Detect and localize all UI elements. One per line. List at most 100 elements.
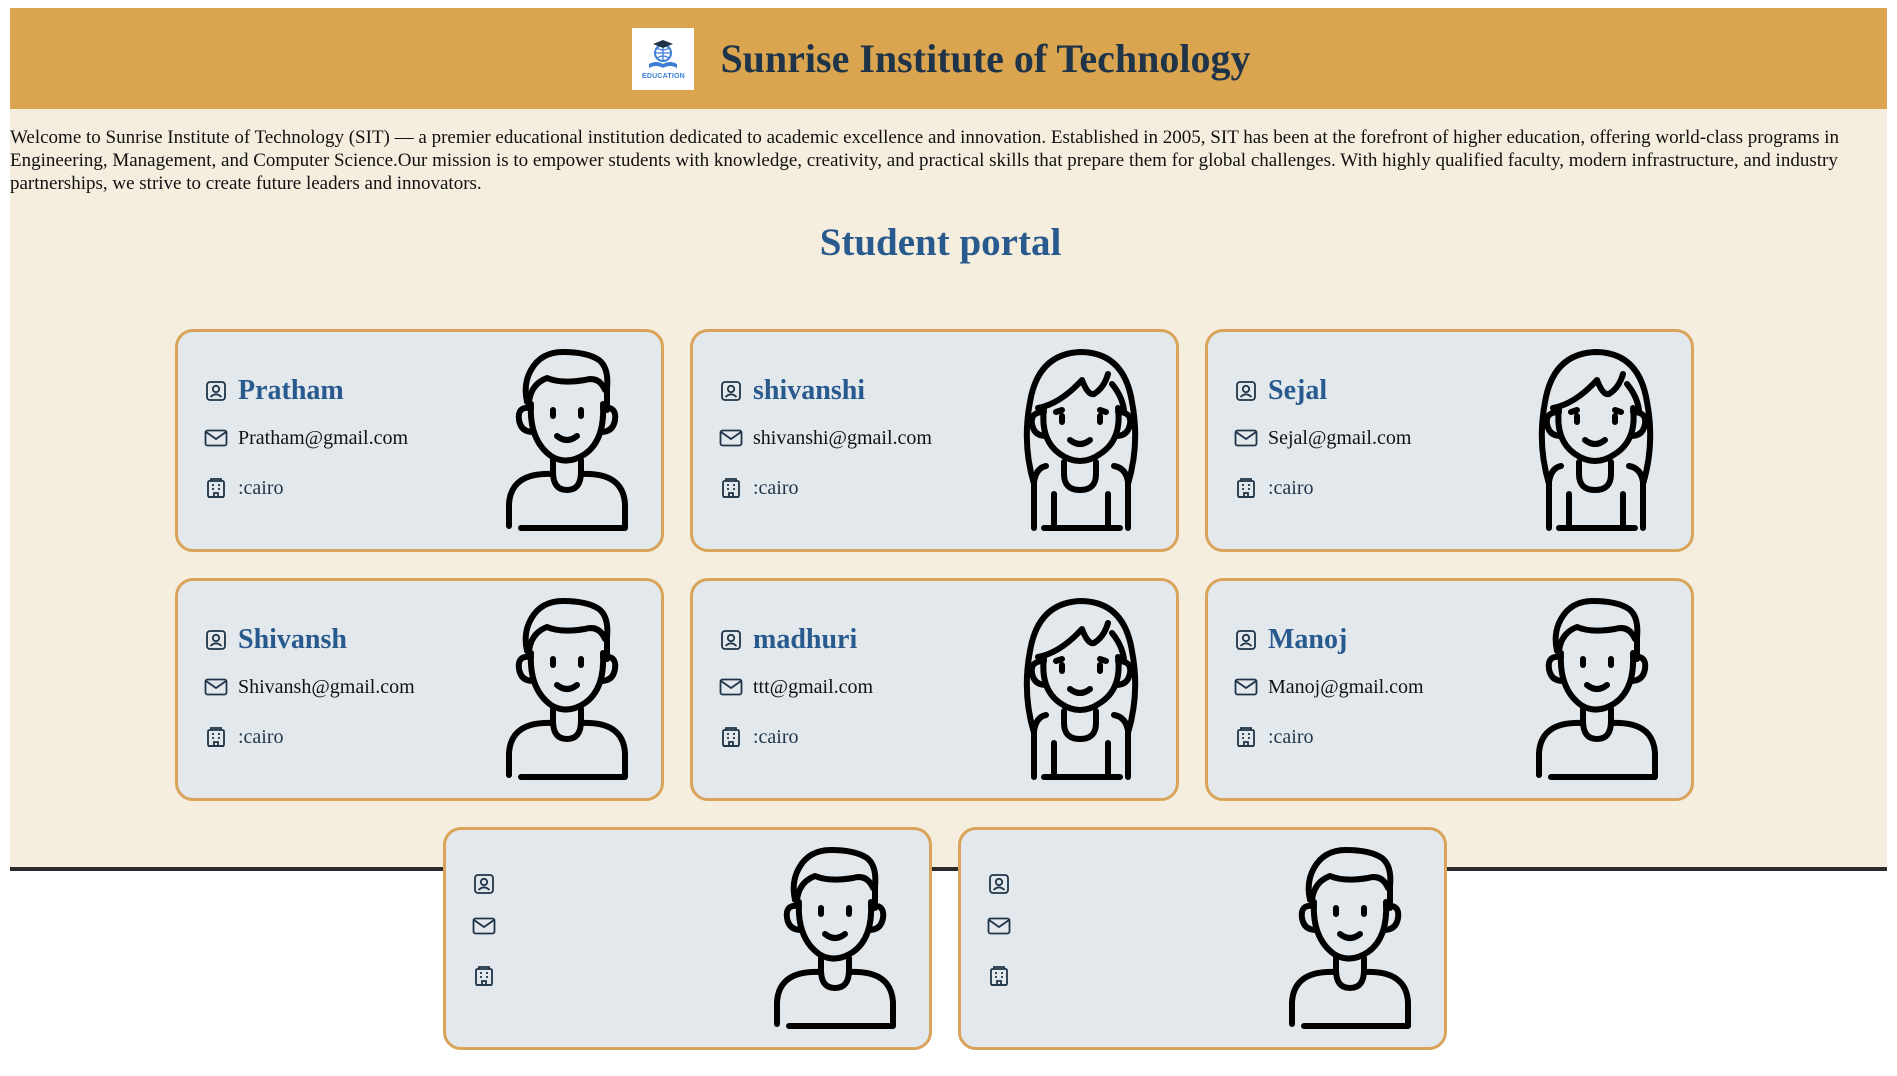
student-location-line: :cairo <box>719 725 873 749</box>
logo-text: EDUCATION <box>641 72 685 80</box>
student-name-line: shivanshi <box>719 374 932 408</box>
student-location: :cairo <box>753 477 799 499</box>
student-info: Manoj Manoj@gmail.com :cairo <box>1234 623 1424 749</box>
student-card[interactable]: Manoj Manoj@gmail.com :cairo <box>1205 578 1694 801</box>
avatar-icon <box>769 842 899 1037</box>
student-name-line: Pratham <box>204 374 408 408</box>
student-location-line <box>987 964 1021 988</box>
student-email[interactable]: shivanshi@gmail.com <box>753 426 932 450</box>
person-icon <box>1234 379 1258 403</box>
mail-icon <box>204 426 228 450</box>
student-card[interactable] <box>958 827 1447 1050</box>
student-name: Pratham <box>238 375 344 406</box>
student-info: Sejal Sejal@gmail.com :cairo <box>1234 374 1411 500</box>
building-icon <box>1234 725 1258 749</box>
mail-icon <box>1234 675 1258 699</box>
building-icon <box>472 964 496 988</box>
mail-icon <box>719 675 743 699</box>
student-location-line <box>472 964 506 988</box>
student-email[interactable]: ttt@gmail.com <box>753 675 873 699</box>
girl-avatar-icon <box>1016 344 1146 539</box>
avatar-icon <box>1284 842 1414 1037</box>
person-icon <box>472 872 496 896</box>
student-name: Manoj <box>1268 624 1348 655</box>
person-icon <box>204 379 228 403</box>
mail-icon <box>719 426 743 450</box>
student-name-line: madhuri <box>719 623 873 657</box>
site-header: EDUCATION Sunrise Institute of Technolog… <box>10 8 1887 109</box>
student-card[interactable]: madhuri ttt@gmail.com :cairo <box>690 578 1179 801</box>
person-icon <box>719 379 743 403</box>
intro-paragraph: Welcome to Sunrise Institute of Technolo… <box>10 127 1840 194</box>
student-info: Shivansh Shivansh@gmail.com :cairo <box>204 623 415 749</box>
institute-logo[interactable]: EDUCATION <box>632 27 695 90</box>
student-name-line: Manoj <box>1234 623 1424 657</box>
student-info: shivanshi shivanshi@gmail.com :cairo <box>719 374 932 500</box>
student-email[interactable]: Shivansh@gmail.com <box>238 675 415 699</box>
student-email-line <box>472 914 506 938</box>
student-email-line: Sejal@gmail.com <box>1234 426 1411 450</box>
student-card-row: Shivansh Shivansh@gmail.com :cairo madhuri t… <box>175 578 1715 801</box>
student-name-line: Shivansh <box>204 623 415 657</box>
student-name: madhuri <box>753 624 858 655</box>
mail-icon <box>1234 426 1258 450</box>
student-email-line: Pratham@gmail.com <box>204 426 408 450</box>
student-card[interactable]: Pratham Pratham@gmail.com :cairo <box>175 329 664 552</box>
building-icon <box>204 476 228 500</box>
site-title: Sunrise Institute of Technology <box>720 36 1251 81</box>
building-icon <box>719 476 743 500</box>
student-name-line: Sejal <box>1234 374 1411 408</box>
student-location: :cairo <box>1268 477 1314 499</box>
student-location: :cairo <box>1268 726 1314 748</box>
person-icon <box>1234 628 1258 652</box>
boy-avatar-icon <box>501 344 631 539</box>
student-name: Sejal <box>1268 375 1328 406</box>
student-email-line: Manoj@gmail.com <box>1234 675 1424 699</box>
student-location-line: :cairo <box>719 476 932 500</box>
mail-icon <box>472 914 496 938</box>
student-info: Pratham Pratham@gmail.com :cairo <box>204 374 408 500</box>
student-info <box>987 872 1021 988</box>
building-icon <box>987 964 1011 988</box>
student-email[interactable]: Pratham@gmail.com <box>238 426 408 450</box>
student-email-line: shivanshi@gmail.com <box>719 426 932 450</box>
person-icon <box>987 872 1011 896</box>
student-card[interactable]: Shivansh Shivansh@gmail.com :cairo <box>175 578 664 801</box>
student-card[interactable] <box>443 827 932 1050</box>
girl-avatar-icon <box>1016 593 1146 788</box>
girl-avatar-icon <box>1531 344 1661 539</box>
student-info: madhuri ttt@gmail.com :cairo <box>719 623 873 749</box>
boy-avatar-icon <box>1531 593 1661 788</box>
student-location: :cairo <box>238 477 284 499</box>
student-email-line <box>987 914 1021 938</box>
student-location: :cairo <box>753 726 799 748</box>
student-email[interactable]: Sejal@gmail.com <box>1268 426 1411 450</box>
student-email[interactable]: Manoj@gmail.com <box>1268 675 1424 699</box>
graduation-globe-icon <box>649 39 678 68</box>
boy-avatar-icon <box>501 593 631 788</box>
student-location-line: :cairo <box>204 725 415 749</box>
student-name-line <box>987 872 1021 896</box>
student-card[interactable]: Sejal Sejal@gmail.com :cairo <box>1205 329 1694 552</box>
person-icon <box>719 628 743 652</box>
mail-icon <box>204 675 228 699</box>
student-name-line <box>472 872 506 896</box>
student-card-row <box>175 827 1715 1050</box>
mail-icon <box>987 914 1011 938</box>
student-location: :cairo <box>238 726 284 748</box>
student-location-line: :cairo <box>1234 725 1424 749</box>
student-card-row: Pratham Pratham@gmail.com:cairo shivanshi s… <box>175 329 1715 552</box>
student-name: Shivansh <box>238 624 347 655</box>
student-location-line: :cairo <box>1234 476 1411 500</box>
student-info <box>472 872 506 988</box>
student-name: shivanshi <box>753 375 866 406</box>
portal-title: Student portal <box>819 221 1062 264</box>
student-location-line: :cairo <box>204 476 408 500</box>
student-card[interactable]: shivanshi shivanshi@gmail.com :cairo <box>690 329 1179 552</box>
student-email-line: ttt@gmail.com <box>719 675 873 699</box>
student-email-line: Shivansh@gmail.com <box>204 675 415 699</box>
building-icon <box>204 725 228 749</box>
building-icon <box>1234 476 1258 500</box>
student-card-grid: Pratham Pratham@gmail.com:cairo shivanshi s… <box>175 329 1715 1076</box>
building-icon <box>719 725 743 749</box>
